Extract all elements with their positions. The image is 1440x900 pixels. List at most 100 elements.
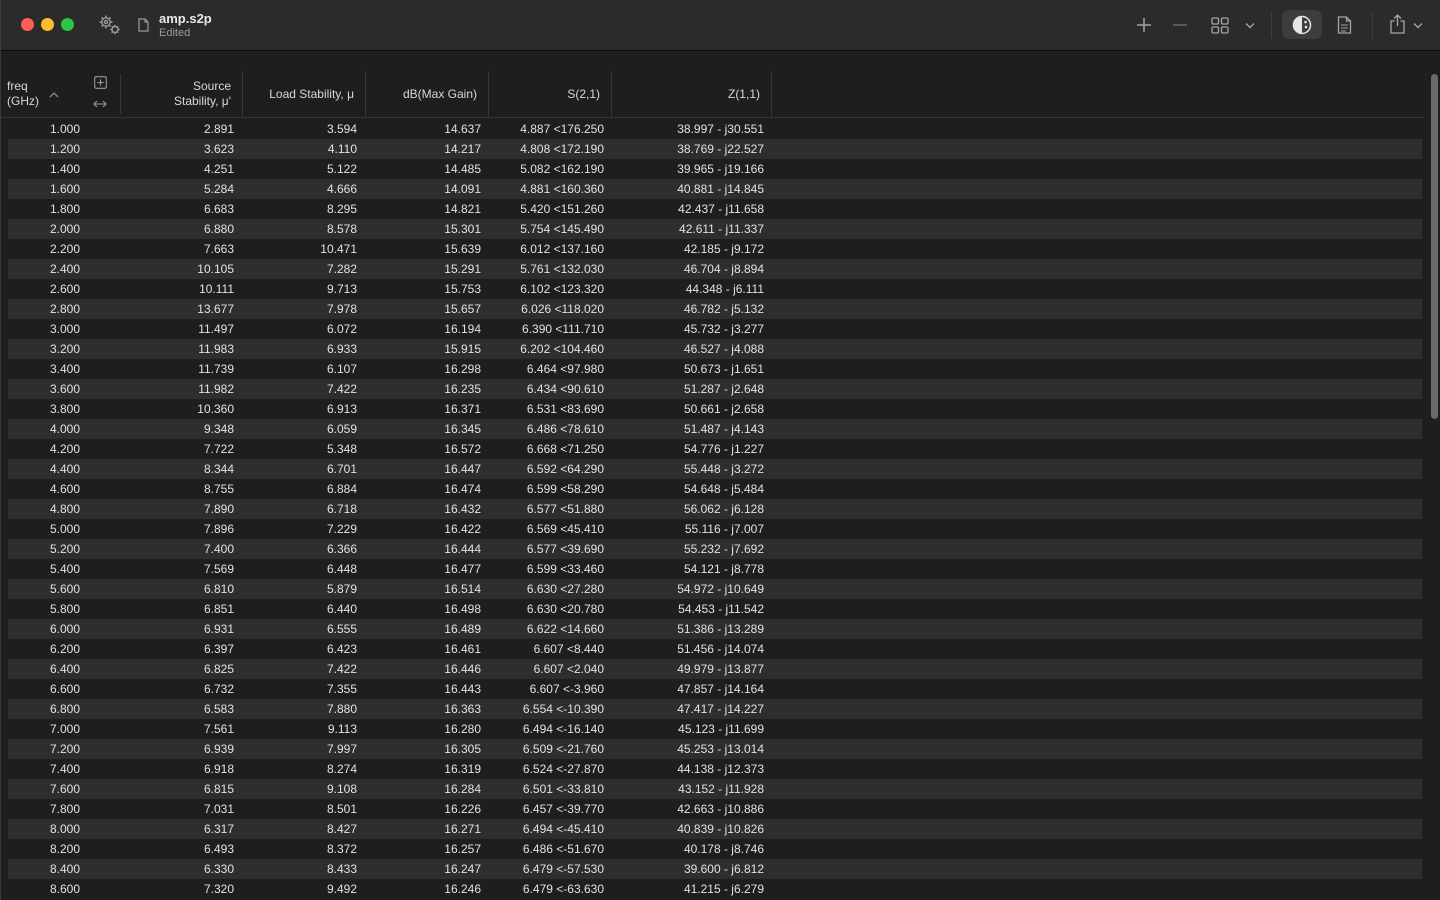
- cell-z11[interactable]: 39.600 - j6.812: [612, 859, 764, 879]
- cell-freq[interactable]: 8.000: [8, 819, 80, 839]
- cell-db-max-gain[interactable]: 16.447: [366, 459, 481, 479]
- table-row[interactable]: 1.400 4.251 5.122 14.485 5.082 <162.190 39.96…: [8, 159, 1422, 179]
- cell-s21[interactable]: 6.630 <27.280: [489, 579, 604, 599]
- cell-s21[interactable]: 6.592 <64.290: [489, 459, 604, 479]
- table-row[interactable]: 6.800 6.583 7.880 16.363 6.554 <-10.390 47.41…: [8, 699, 1422, 719]
- cell-source-stability[interactable]: 6.317: [120, 819, 234, 839]
- table-row[interactable]: 1.200 3.623 4.110 14.217 4.808 <172.190 38.76…: [8, 139, 1422, 159]
- cell-s21[interactable]: 6.102 <123.320: [489, 279, 604, 299]
- cell-source-stability[interactable]: 7.722: [120, 439, 234, 459]
- cell-s21[interactable]: 6.569 <45.410: [489, 519, 604, 539]
- table-row[interactable]: 2.200 7.663 10.471 15.639 6.012 <137.160 42.1…: [8, 239, 1422, 259]
- table-row[interactable]: 6.200 6.397 6.423 16.461 6.607 <8.440 51.456 …: [8, 639, 1422, 659]
- cell-load-stability[interactable]: 4.666: [243, 179, 357, 199]
- share-icon[interactable]: [1387, 13, 1407, 35]
- cell-source-stability[interactable]: 11.982: [120, 379, 234, 399]
- cell-z11[interactable]: 45.253 - j13.014: [612, 739, 764, 759]
- cell-db-max-gain[interactable]: 14.485: [366, 159, 481, 179]
- cell-load-stability[interactable]: 9.713: [243, 279, 357, 299]
- cell-source-stability[interactable]: 7.031: [120, 799, 234, 819]
- cell-db-max-gain[interactable]: 16.235: [366, 379, 481, 399]
- appearance-toggle-icon[interactable]: [1291, 14, 1313, 36]
- settings-gears-icon[interactable]: [97, 13, 123, 37]
- cell-s21[interactable]: 5.761 <132.030: [489, 259, 604, 279]
- cell-s21[interactable]: 5.082 <162.190: [489, 159, 604, 179]
- cell-z11[interactable]: 38.769 - j22.527: [612, 139, 764, 159]
- cell-db-max-gain[interactable]: 16.444: [366, 539, 481, 559]
- cell-load-stability[interactable]: 7.997: [243, 739, 357, 759]
- cell-s21[interactable]: 6.494 <-16.140: [489, 719, 604, 739]
- cell-source-stability[interactable]: 7.561: [120, 719, 234, 739]
- plus-icon[interactable]: [1134, 15, 1154, 35]
- cell-load-stability[interactable]: 6.440: [243, 599, 357, 619]
- cell-freq[interactable]: 2.800: [8, 299, 80, 319]
- table-row[interactable]: 2.400 10.105 7.282 15.291 5.761 <132.030 46.7…: [8, 259, 1422, 279]
- cell-freq[interactable]: 7.800: [8, 799, 80, 819]
- cell-s21[interactable]: 6.464 <97.980: [489, 359, 604, 379]
- cell-s21[interactable]: 6.026 <118.020: [489, 299, 604, 319]
- column-header-load-stability[interactable]: Load Stability, μ: [243, 71, 366, 117]
- cell-z11[interactable]: 46.782 - j5.132: [612, 299, 764, 319]
- close-window-button[interactable]: [21, 18, 34, 31]
- cell-source-stability[interactable]: 7.663: [120, 239, 234, 259]
- cell-freq[interactable]: 2.000: [8, 219, 80, 239]
- cell-load-stability[interactable]: 6.059: [243, 419, 357, 439]
- document-page-icon[interactable]: [1335, 14, 1353, 36]
- minimize-window-button[interactable]: [41, 18, 54, 31]
- table-row[interactable]: 1.600 5.284 4.666 14.091 4.881 <160.360 40.88…: [8, 179, 1422, 199]
- table-row[interactable]: 8.200 6.493 8.372 16.257 6.486 <-51.670 40.17…: [8, 839, 1422, 859]
- table-row[interactable]: 3.400 11.739 6.107 16.298 6.464 <97.980 50.67…: [8, 359, 1422, 379]
- cell-db-max-gain[interactable]: 16.489: [366, 619, 481, 639]
- chevron-down-icon[interactable]: [1243, 18, 1257, 32]
- table-row[interactable]: 4.000 9.348 6.059 16.345 6.486 <78.610 51.487…: [8, 419, 1422, 439]
- cell-load-stability[interactable]: 6.555: [243, 619, 357, 639]
- cell-load-stability[interactable]: 6.933: [243, 339, 357, 359]
- cell-freq[interactable]: 8.200: [8, 839, 80, 859]
- cell-load-stability[interactable]: 6.107: [243, 359, 357, 379]
- table-row[interactable]: 3.600 11.982 7.422 16.235 6.434 <90.610 51.28…: [8, 379, 1422, 399]
- cell-source-stability[interactable]: 11.497: [120, 319, 234, 339]
- cell-source-stability[interactable]: 7.400: [120, 539, 234, 559]
- cell-db-max-gain[interactable]: 16.280: [366, 719, 481, 739]
- cell-source-stability[interactable]: 6.330: [120, 859, 234, 879]
- cell-z11[interactable]: 40.839 - j10.826: [612, 819, 764, 839]
- cell-source-stability[interactable]: 5.284: [120, 179, 234, 199]
- cell-s21[interactable]: 6.012 <137.160: [489, 239, 604, 259]
- cell-db-max-gain[interactable]: 16.247: [366, 859, 481, 879]
- table-row[interactable]: 5.400 7.569 6.448 16.477 6.599 <33.460 54.121…: [8, 559, 1422, 579]
- cell-source-stability[interactable]: 6.939: [120, 739, 234, 759]
- cell-db-max-gain[interactable]: 16.446: [366, 659, 481, 679]
- table-row[interactable]: 3.200 11.983 6.933 15.915 6.202 <104.460 46.5…: [8, 339, 1422, 359]
- cell-load-stability[interactable]: 6.366: [243, 539, 357, 559]
- table-row[interactable]: 4.200 7.722 5.348 16.572 6.668 <71.250 54.776…: [8, 439, 1422, 459]
- cell-source-stability[interactable]: 4.251: [120, 159, 234, 179]
- cell-s21[interactable]: 6.607 <2.040: [489, 659, 604, 679]
- cell-z11[interactable]: 39.965 - j19.166: [612, 159, 764, 179]
- cell-s21[interactable]: 6.457 <-39.770: [489, 799, 604, 819]
- cell-z11[interactable]: 44.138 - j12.373: [612, 759, 764, 779]
- table-row[interactable]: 5.200 7.400 6.366 16.444 6.577 <39.690 55.232…: [8, 539, 1422, 559]
- cell-z11[interactable]: 38.997 - j30.551: [612, 119, 764, 139]
- cell-s21[interactable]: 5.754 <145.490: [489, 219, 604, 239]
- cell-load-stability[interactable]: 7.229: [243, 519, 357, 539]
- cell-freq[interactable]: 6.200: [8, 639, 80, 659]
- cell-db-max-gain[interactable]: 15.657: [366, 299, 481, 319]
- cell-load-stability[interactable]: 7.355: [243, 679, 357, 699]
- cell-freq[interactable]: 3.400: [8, 359, 80, 379]
- table-row[interactable]: 8.000 6.317 8.427 16.271 6.494 <-45.410 40.83…: [8, 819, 1422, 839]
- cell-db-max-gain[interactable]: 16.246: [366, 879, 481, 899]
- cell-db-max-gain[interactable]: 16.572: [366, 439, 481, 459]
- cell-load-stability[interactable]: 6.913: [243, 399, 357, 419]
- cell-s21[interactable]: 4.887 <176.250: [489, 119, 604, 139]
- cell-s21[interactable]: 6.599 <33.460: [489, 559, 604, 579]
- cell-z11[interactable]: 42.185 - j9.172: [612, 239, 764, 259]
- cell-source-stability[interactable]: 6.918: [120, 759, 234, 779]
- cell-z11[interactable]: 40.881 - j14.845: [612, 179, 764, 199]
- table-row[interactable]: 5.800 6.851 6.440 16.498 6.630 <20.780 54.453…: [8, 599, 1422, 619]
- table-row[interactable]: 2.600 10.111 9.713 15.753 6.102 <123.320 44.3…: [8, 279, 1422, 299]
- cell-z11[interactable]: 54.648 - j5.484: [612, 479, 764, 499]
- cell-freq[interactable]: 5.800: [8, 599, 80, 619]
- cell-db-max-gain[interactable]: 15.291: [366, 259, 481, 279]
- table-row[interactable]: 7.800 7.031 8.501 16.226 6.457 <-39.770 42.66…: [8, 799, 1422, 819]
- cell-s21[interactable]: 6.494 <-45.410: [489, 819, 604, 839]
